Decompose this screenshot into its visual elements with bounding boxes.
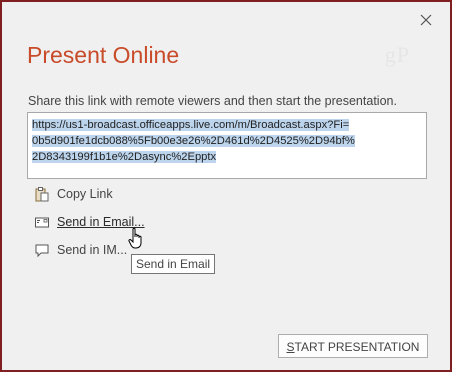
send-in-im-button[interactable]: Send in IM... [34,242,127,258]
start-presentation-button[interactable]: START PRESENTATION [278,334,428,358]
watermark-logo: gP [384,42,410,67]
link-line: https://us1-broadcast.officeapps.live.co… [32,117,422,133]
close-icon [420,14,432,26]
copy-link-label: Copy Link [57,187,113,201]
instructions-text: Share this link with remote viewers and … [28,94,397,108]
link-line: 2D8343199f1b1e%2Dasync%2Epptx [32,149,422,165]
clipboard-icon [35,187,49,202]
link-line-text: 0b5d901fe1dcb088%5Fb00e3e26%2D461d%2D452… [32,135,355,147]
start-label-rest: TART PRESENTATION [294,340,420,354]
dialog-title: Present Online [27,42,180,68]
link-line: 0b5d901fe1dcb088%5Fb00e3e26%2D461d%2D452… [32,133,422,149]
close-button[interactable] [416,10,436,30]
start-mnemonic: S [286,340,295,354]
send-in-im-label: Send in IM... [57,243,128,257]
copy-link-button[interactable]: Copy Link [34,186,113,202]
present-online-dialog: gP Present Online Share this link with r… [0,0,452,372]
chat-icon [35,244,49,258]
broadcast-link-field[interactable]: https://us1-broadcast.officeapps.live.co… [27,112,427,179]
email-icon [35,217,49,228]
link-line-text: https://us1-broadcast.officeapps.live.co… [32,119,350,131]
hand-cursor-icon [128,227,142,249]
link-line-text: 2D8343199f1b1e%2Dasync%2Epptx [32,151,217,163]
tooltip: Send in Email [131,254,216,274]
